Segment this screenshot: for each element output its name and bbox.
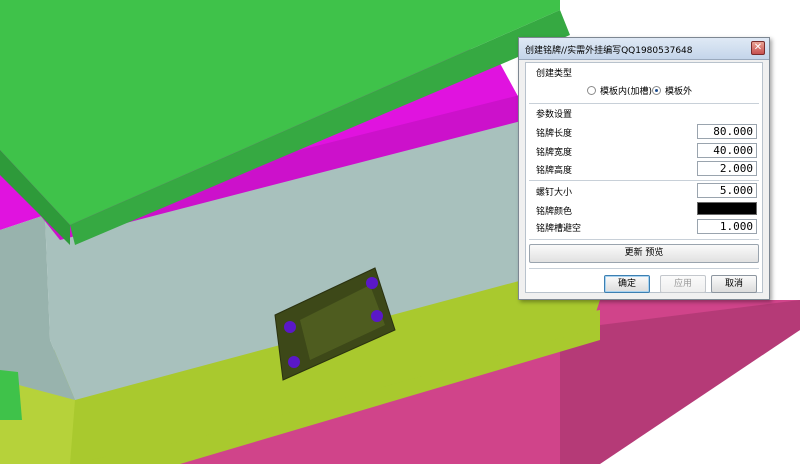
plate-length-field[interactable]: 80.000 [697,124,757,139]
slot-clearance-field[interactable]: 1.000 [697,219,757,234]
divider [529,180,759,181]
divider [529,239,759,240]
dialog-titlebar[interactable]: 创建铭牌//实需外挂编写QQ1980537648 ✕ [519,38,769,60]
screw-mid-right [371,310,383,322]
radio-off-icon [587,85,596,95]
params-label: 参数设置 [536,110,573,120]
divider [529,268,759,269]
cancel-button[interactable]: 取消 [711,275,757,293]
radio-on-icon [652,85,661,95]
plate-width-field[interactable]: 40.000 [697,143,757,158]
plate-height-label: 铭牌高度 [536,166,573,176]
dialog-body: 创建类型 模板内(加槽) 模板外 参数设置 铭牌长度 80.000 铭牌宽度 4… [525,62,763,293]
plate-color-label: 铭牌颜色 [536,207,573,217]
create-type-label: 创建类型 [536,69,573,79]
screw-top-left [284,321,296,333]
plate-height-field[interactable]: 2.000 [697,161,757,176]
screw-bottom-left [288,356,300,368]
radio-inside-plate[interactable]: 模板内(加槽) [587,84,653,97]
radio-outside-plate-label: 模板外 [665,86,693,97]
plate-color-swatch[interactable] [697,202,757,215]
ok-button[interactable]: 确定 [604,275,650,293]
dialog-title: 创建铭牌//实需外挂编写QQ1980537648 [525,46,693,56]
divider [529,103,759,104]
close-icon: ✕ [753,42,763,53]
close-button[interactable]: ✕ [751,41,765,55]
slot-clearance-label: 铭牌槽避空 [536,224,582,234]
radio-inside-plate-label: 模板内(加槽) [600,86,653,97]
create-nameplate-dialog: 创建铭牌//实需外挂编写QQ1980537648 ✕ 创建类型 模板内(加槽) … [518,37,770,300]
screw-size-field[interactable]: 5.000 [697,183,757,198]
update-preview-button[interactable]: 更新 预览 [529,244,759,263]
plate-width-label: 铭牌宽度 [536,148,573,158]
plate-length-label: 铭牌长度 [536,129,573,139]
apply-button[interactable]: 应用 [660,275,706,293]
screw-top-right [366,277,378,289]
screw-size-label: 螺钉大小 [536,188,573,198]
radio-outside-plate[interactable]: 模板外 [652,84,693,97]
